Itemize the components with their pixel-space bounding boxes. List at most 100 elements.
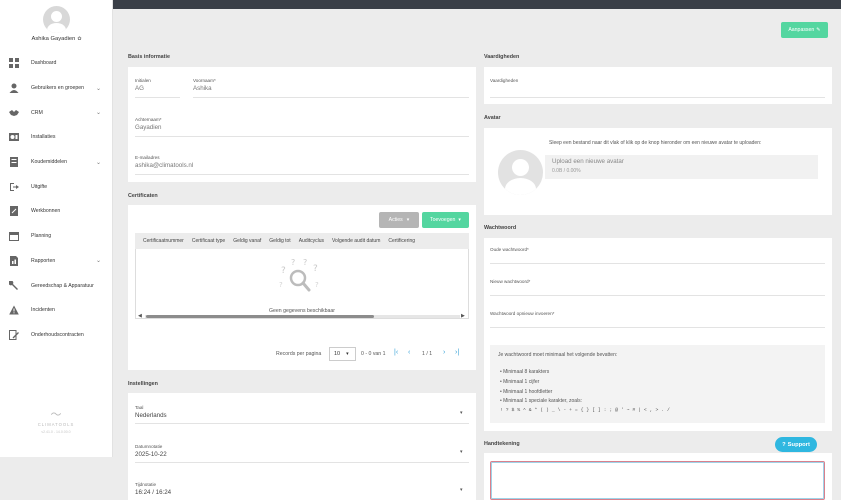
voornaam-label: Voornaam*	[193, 78, 216, 83]
avatar-instruction: Sleep een bestand naar dit vlak of klik …	[549, 140, 762, 146]
tijd-select[interactable]: 16:24 / 16:24	[135, 489, 171, 496]
sidebar-item-gereedschap[interactable]: Gereedschap & Apparatuur	[0, 273, 113, 298]
datum-underline	[135, 462, 469, 463]
signature-pad[interactable]	[490, 461, 825, 500]
section-title-basis: Basis informatie	[128, 54, 170, 60]
caret-down-icon: ▾	[406, 217, 410, 223]
first-page-icon[interactable]: |‹	[394, 349, 398, 356]
column-header[interactable]: Volgende audit datum	[332, 238, 380, 244]
edit-button[interactable]: Aanpassen ✎	[781, 22, 828, 38]
svg-text:?: ?	[313, 264, 318, 274]
achternaam-label: Achternaam*	[135, 117, 162, 122]
requirement-item: • Minimaal 1 hoofdletter	[500, 389, 552, 395]
sidebar-item-label: Gebruikers en groepen	[31, 85, 85, 92]
support-label: Support	[787, 441, 810, 448]
records-per-page-label: Records per pagina	[276, 351, 322, 357]
sidebar-item-koudemiddelen[interactable]: Koudemiddelen ⌄	[0, 150, 113, 175]
workorder-icon	[9, 206, 19, 217]
last-page-icon[interactable]: ›|	[455, 349, 459, 356]
records-range: 0 - 0 van 1	[361, 351, 386, 357]
sidebar-item-onderhoudscontracten[interactable]: Onderhoudscontracten	[0, 323, 113, 348]
records-per-page-select[interactable]: 10 ▾	[329, 347, 356, 361]
requirement-text: Minimaal 1 speciale karakter, zoals:	[503, 398, 583, 404]
datum-select[interactable]: 2025-10-22	[135, 451, 167, 458]
upload-progress: 0.0B / 0.00%	[552, 168, 581, 174]
sidebar-item-uitgifte[interactable]: Uitgifte	[0, 174, 113, 199]
scroll-left-icon[interactable]: ◀	[138, 313, 142, 319]
voornaam-underline	[193, 97, 469, 98]
initialen-label: Initialen	[135, 78, 151, 83]
requirement-item: • Minimaal 1 speciale karakter, zoals:	[500, 398, 582, 404]
nieuw-wachtwoord-field[interactable]	[490, 295, 825, 296]
sidebar-item-label: Koudemiddelen	[31, 159, 68, 166]
vaardigheden-field[interactable]	[490, 97, 825, 98]
email-underline	[135, 174, 469, 175]
vaardigheden-label: Vaardigheden	[490, 78, 519, 83]
user-icon	[9, 83, 19, 94]
previous-page-icon[interactable]: ‹	[408, 349, 410, 356]
next-page-icon[interactable]: ›	[443, 349, 445, 356]
column-header[interactable]: Geldig tot	[269, 238, 290, 244]
requirements-intro: Je wachtwoord moet minimaal het volgende…	[498, 352, 618, 358]
taal-underline	[135, 423, 469, 424]
sidebar-item-dashboard[interactable]: Dashboard	[0, 51, 113, 76]
svg-text:?: ?	[279, 281, 283, 289]
no-data-search-icon: ? ? ? ? ? ?	[277, 257, 323, 301]
oude-wachtwoord-field[interactable]	[490, 263, 825, 264]
table-header: Certificaatnummer Certificaat type Geldi…	[135, 233, 469, 249]
column-header[interactable]: Certificering	[388, 238, 415, 244]
voornaam-field[interactable]: Ashika	[193, 85, 212, 92]
sidebar-item-label: CRM	[31, 109, 43, 116]
gear-icon[interactable]: ✿	[77, 36, 81, 42]
export-icon	[9, 182, 19, 192]
caret-down-icon[interactable]: ▾	[460, 410, 463, 416]
records-per-page-value: 10	[334, 351, 341, 357]
herhaal-wachtwoord-field[interactable]	[490, 327, 825, 328]
column-header[interactable]: Auditcyclus	[299, 238, 324, 244]
sidebar-item-label: Incidenten	[31, 307, 55, 314]
caret-down-icon[interactable]: ▾	[460, 487, 463, 493]
dashboard-icon	[9, 58, 19, 69]
scrollbar-thumb[interactable]	[146, 315, 374, 318]
requirement-item: • Minimaal 8 karakters	[500, 369, 549, 375]
calendar-icon	[9, 231, 19, 242]
climatools-logo: 〜 CLIMATOOLS v2.41.0 - 14.0.00.0	[30, 410, 82, 435]
chevron-down-icon: ⌄	[96, 85, 102, 92]
sidebar: Ashika Gayadien ✿ Dashboard Gebruikers en…	[0, 0, 113, 457]
oude-wachtwoord-label: Oude wachtwoord*	[490, 247, 529, 252]
initialen-field[interactable]: AG	[135, 85, 144, 92]
section-title-wachtwoord: Wachtwoord	[484, 225, 517, 231]
sidebar-item-rapporten[interactable]: Rapporten ⌄	[0, 249, 113, 274]
upload-avatar-title: Upload een nieuwe avatar	[552, 158, 624, 165]
warning-icon	[9, 305, 19, 315]
app-version: v2.41.0 - 14.0.00.0	[41, 430, 71, 434]
topbar	[113, 0, 841, 9]
email-field[interactable]: ashika@climatools.nl	[135, 162, 193, 169]
special-characters: ! ? $ % ^ & * ( ) _ \ - + = { } [ ] : ; …	[500, 408, 670, 413]
actions-dropdown-button[interactable]: Acties ▾	[379, 212, 419, 228]
scroll-right-icon[interactable]: ▶	[461, 313, 465, 319]
taal-select[interactable]: Nederlands	[135, 412, 167, 419]
taal-label: Taal	[135, 405, 144, 410]
achternaam-field[interactable]: Gayadien	[135, 124, 162, 131]
sidebar-item-crm[interactable]: CRM ⌄	[0, 100, 113, 125]
column-header[interactable]: Certificaat type	[192, 238, 225, 244]
caret-down-icon: ▾	[458, 217, 461, 223]
column-header[interactable]: Geldig vanaf	[233, 238, 261, 244]
section-title-handtekening: Handtekening	[484, 441, 520, 447]
requirement-item: • Minimaal 1 cijfer	[500, 379, 539, 385]
sidebar-item-incidenten[interactable]: Incidenten	[0, 298, 113, 323]
avatar-preview	[498, 150, 543, 195]
add-label: Toevoegen	[430, 217, 456, 223]
user-menu[interactable]: Ashika Gayadien ✿	[0, 36, 113, 42]
sidebar-item-installaties[interactable]: Installaties	[0, 125, 113, 150]
support-button[interactable]: ? Support	[775, 437, 817, 452]
add-certificate-button[interactable]: Toevoegen ▾	[422, 212, 469, 228]
column-header[interactable]: Certificaatnummer	[143, 238, 184, 244]
sidebar-item-werkbonnen[interactable]: Werkbonnen	[0, 199, 113, 224]
user-avatar[interactable]	[43, 6, 70, 33]
sidebar-item-gebruikers[interactable]: Gebruikers en groepen ⌄	[0, 76, 113, 101]
sidebar-item-planning[interactable]: Planning	[0, 224, 113, 249]
caret-down-icon[interactable]: ▾	[460, 449, 463, 455]
sidebar-item-label: Installaties	[31, 134, 56, 141]
